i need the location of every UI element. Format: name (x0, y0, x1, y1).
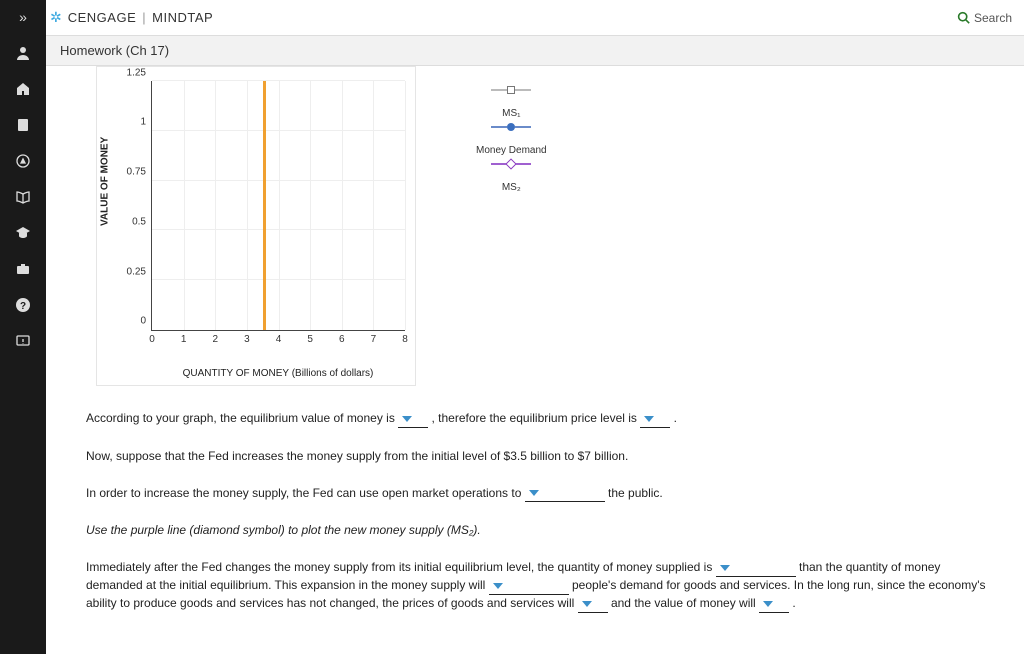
subheader: Homework (Ch 17) (46, 36, 1024, 66)
svg-text:?: ? (20, 301, 26, 312)
briefcase-icon[interactable] (14, 260, 32, 278)
main-content: VALUE OF MONEY 0 0.25 0.5 0.75 1 1.25 0 … (46, 66, 1024, 654)
x-axis-label: QUANTITY OF MONEY (Billions of dollars) (151, 368, 405, 379)
chart[interactable]: VALUE OF MONEY 0 0.25 0.5 0.75 1 1.25 0 … (96, 66, 416, 386)
top-bar: ✲ CENGAGE | MINDTAP Search (0, 0, 1024, 36)
brand-divider: | (142, 10, 146, 25)
home-icon[interactable] (14, 80, 32, 98)
dropdown-price-level[interactable] (640, 410, 670, 428)
plot-area[interactable]: 0 0.25 0.5 0.75 1 1.25 0 1 2 3 4 5 6 7 8 (151, 81, 405, 331)
y-axis-label: VALUE OF MONEY (100, 137, 111, 226)
legend: MS₁ Money Demand MS₂ (476, 66, 547, 386)
dropdown-qs[interactable] (716, 559, 796, 577)
search-label: Search (974, 11, 1012, 25)
brand-mindtap: MINDTAP (152, 10, 213, 25)
open-book-icon[interactable] (14, 188, 32, 206)
feedback-icon[interactable] (14, 332, 32, 350)
ms1-line[interactable] (263, 81, 266, 330)
help-icon[interactable]: ? (14, 296, 32, 314)
expand-icon[interactable]: » (14, 8, 32, 26)
legend-money-demand[interactable]: Money Demand (476, 145, 547, 168)
brand-cengage: CENGAGE (68, 10, 137, 25)
legend-ms1[interactable]: MS₁ (491, 108, 531, 131)
search[interactable]: Search (957, 11, 1012, 25)
compass-icon[interactable] (14, 152, 32, 170)
dropdown-eq-value[interactable] (398, 410, 428, 428)
dropdown-omo[interactable] (525, 485, 605, 503)
legend-tool-square[interactable] (491, 86, 531, 94)
brand-logo-icon: ✲ (50, 9, 62, 26)
dropdown-prices[interactable] (578, 595, 608, 613)
grad-cap-icon[interactable] (14, 224, 32, 242)
dropdown-demand[interactable] (489, 577, 569, 595)
question-body: According to your graph, the equilibrium… (86, 410, 994, 613)
left-sidebar: » ? (0, 0, 46, 654)
search-icon (957, 11, 970, 24)
brand: ✲ CENGAGE | MINDTAP (50, 9, 213, 26)
book-icon[interactable] (14, 116, 32, 134)
page-title: Homework (Ch 17) (60, 43, 169, 58)
user-icon[interactable] (14, 44, 32, 62)
legend-ms2[interactable]: MS₂ (502, 182, 521, 193)
dropdown-value[interactable] (759, 595, 789, 613)
